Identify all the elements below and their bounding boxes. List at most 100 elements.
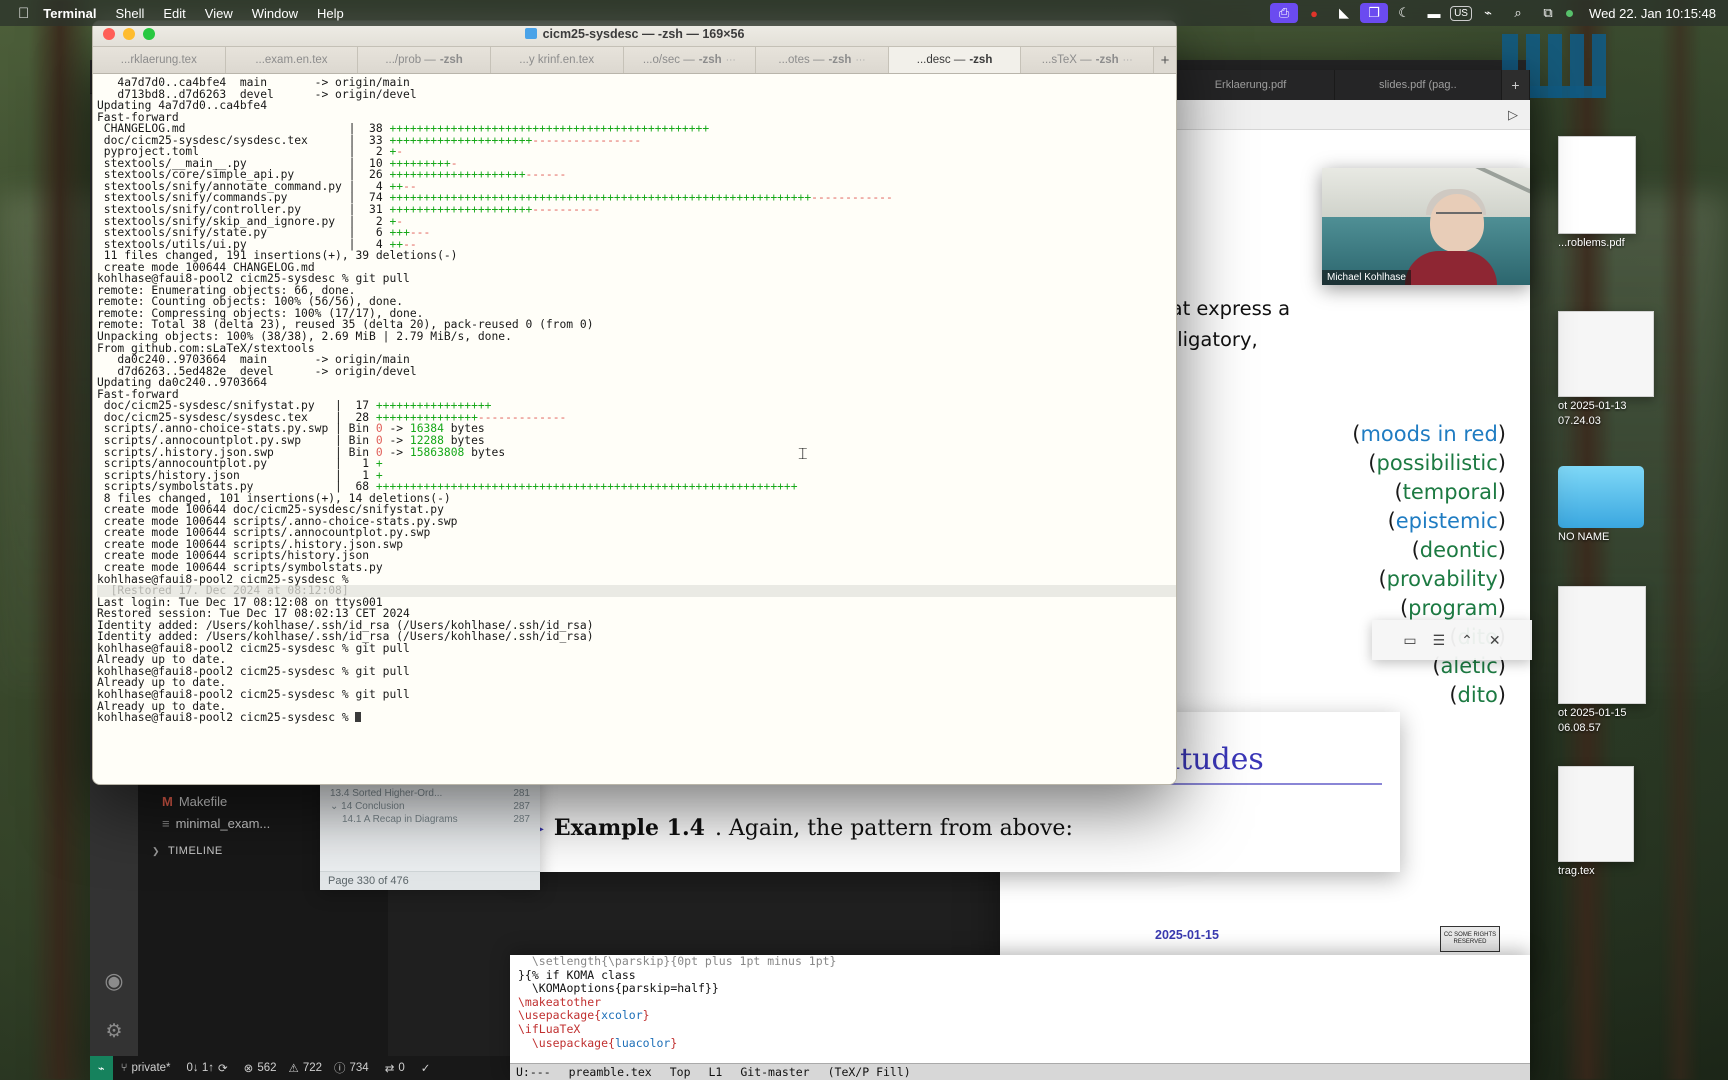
tab-label: ...otes — (778, 54, 824, 66)
macos-menu-bar[interactable]:  Terminal Shell Edit View Window Help ⎙… (0, 0, 1728, 26)
mood-item: (moods in red) (1352, 420, 1506, 449)
folder-icon (525, 28, 537, 39)
account-icon[interactable]: ◉ (97, 964, 131, 998)
terminal-tab[interactable]: ...y krinf.en.tex (491, 47, 624, 73)
new-tab-button[interactable]: + (1502, 70, 1530, 100)
tab-suffix: -zsh (440, 54, 463, 66)
control-center-icon[interactable]: ⧉ (1534, 3, 1562, 23)
status-check[interactable]: ✓ (413, 1061, 439, 1075)
status-ports[interactable]: ⇄ 0 (377, 1061, 413, 1075)
menu-item-edit[interactable]: Edit (163, 6, 185, 21)
tab-label: ...y krinf.en.tex (519, 54, 594, 66)
outline-row[interactable]: ⌄ 14 Conclusion 287 (324, 800, 536, 813)
terminal-line: da0c240..9703664 main -> origin/main (97, 354, 1176, 366)
ports-count: 0 (398, 1062, 404, 1074)
menu-bar-clock[interactable]: Wed 22. Jan 10:15:48 (1589, 6, 1728, 21)
menu-item-view[interactable]: View (205, 6, 233, 21)
outline-title: 13.4 Sorted Higher-Ord... (330, 788, 442, 799)
webcam-overlay[interactable]: Michael Kohlhase (1322, 168, 1530, 285)
desktop-item-label: NO NAME (1558, 531, 1644, 543)
terminal-line: scripts/.annocountplot.py.swp | Bin 0 ->… (97, 435, 1176, 447)
desktop-item-screenshot[interactable]: ot 2025-01-13 07.24.03 (1558, 311, 1654, 427)
menu-item-shell[interactable]: Shell (115, 6, 144, 21)
terminal-line: stextools/snify/controller.py | 31 +++++… (97, 204, 1176, 216)
modeline-filename: preamble.tex (569, 1065, 652, 1079)
mood-item: (deontic) (1352, 536, 1506, 565)
emacs-line: }{% if KOMA class (510, 969, 1530, 983)
menu-item-help[interactable]: Help (317, 6, 344, 21)
wallpaper-tree-trunk (30, 0, 90, 1080)
modified-badge-icon: M (162, 794, 173, 809)
status-sync[interactable]: 0↓ 1↑ ⟳ (179, 1061, 236, 1075)
terminal-output[interactable]: 4a7d7d0..ca4bfe4 main -> origin/main d71… (93, 74, 1176, 785)
bookmark-icon[interactable]: ▭ (1403, 632, 1416, 649)
terminal-tab-active[interactable]: ...desc — -zsh (889, 47, 1022, 73)
new-tab-button[interactable]: + (1154, 47, 1176, 73)
terminal-window[interactable]: cicm25-sysdesc — -zsh — 169×56 ...rklaer… (92, 20, 1177, 785)
play-icon[interactable]: ▷ (1508, 107, 1518, 123)
terminal-tab[interactable]: ...rklaerung.tex (93, 47, 226, 73)
status-branch[interactable]: ⑂ private* (113, 1062, 179, 1074)
window-title-text: cicm25-sysdesc — -zsh — 169×56 (543, 27, 745, 41)
screen-share-icon[interactable]: ⎙ (1270, 3, 1298, 23)
chevron-up-icon[interactable]: ⌃ (1461, 632, 1473, 649)
diff-insertions: +++++++++++++++++++++ (389, 134, 532, 147)
remote-indicator[interactable]: ⌁ (90, 1056, 113, 1080)
mood-item: (possibilistic) (1352, 449, 1506, 478)
window-title: cicm25-sysdesc — -zsh — 169×56 (93, 27, 1176, 41)
emacs-line: \ifLuaTeX (510, 1023, 1530, 1037)
terminal-prompt-line[interactable]: kohlhase@faui8-pool2 cicm25-sysdesc % (97, 712, 1176, 724)
terminal-tab[interactable]: ...exam.en.tex (226, 47, 359, 73)
tab-label: ...rklaerung.tex (121, 54, 197, 66)
record-dot-icon[interactable]: ● (1300, 3, 1328, 23)
terminal-cursor (355, 712, 361, 722)
settings-gear-icon[interactable]: ⚙ (97, 1014, 131, 1048)
terminal-line: Updating da0c240..9703664 (97, 377, 1176, 389)
pdf-tab[interactable]: Erklaerung.pdf (1167, 70, 1334, 100)
terminal-tab[interactable]: ...sTeX — -zsh ⋯ (1021, 47, 1154, 73)
outline-row[interactable]: 13.4 Sorted Higher-Ord... 281 (324, 787, 536, 800)
diff-deletions: ---------- (532, 203, 600, 216)
emacs-line: \makeatother (510, 996, 1530, 1010)
diff-insertions: +++++++++++++++++++++ (389, 203, 532, 216)
mission-control-icon[interactable]: ❐ (1360, 3, 1388, 23)
battery-icon[interactable]: ▬ (1420, 3, 1448, 23)
apple-logo-icon[interactable]:  (18, 6, 29, 21)
outline-page: 281 (513, 788, 530, 799)
desktop-item-pdf[interactable]: ...roblems.pdf (1558, 136, 1636, 249)
desktop-item-label: ot 2025-01-15 (1558, 707, 1646, 719)
close-icon[interactable]: ✕ (1489, 632, 1501, 649)
terminal-tab[interactable]: ...otes — -zsh ⋯ (756, 47, 889, 73)
terminal-tab[interactable]: ...o/sec — -zsh ⋯ (624, 47, 757, 73)
status-errors[interactable]: ⊗ 562 ⚠ 722 ⓘ 734 (236, 1060, 377, 1076)
menu-bar-tray[interactable]: ⎙ ● ◣ ❐ ☾ ▬ US ⌁ ⌕ ⧉ (1270, 3, 1589, 23)
search-icon[interactable]: ⌕ (1504, 3, 1532, 23)
dropbox-icon[interactable]: ◣ (1330, 3, 1358, 23)
list-icon[interactable]: ☰ (1433, 632, 1446, 649)
pdf-tab[interactable]: slides.pdf (pag.. (1335, 70, 1502, 100)
terminal-line: Restored session: Tue Dec 17 08:02:13 CE… (97, 608, 1176, 620)
keyboard-layout-indicator[interactable]: US (1450, 6, 1472, 21)
menu-item-window[interactable]: Window (252, 6, 298, 21)
chevron-down-icon: ⌄ (330, 801, 338, 812)
wifi-icon[interactable]: ⌁ (1474, 3, 1502, 23)
mood-item: (program) (1352, 594, 1506, 623)
folder-icon (1558, 466, 1644, 528)
terminal-tab[interactable]: .../prob — -zsh (358, 47, 491, 73)
remote-icon: ⌁ (98, 1062, 105, 1075)
moon-icon[interactable]: ☾ (1390, 3, 1418, 23)
modeline-branch: Git-master (740, 1065, 809, 1079)
check-icon: ✓ (421, 1061, 431, 1075)
desktop-icons-right[interactable]: ...roblems.pdf ot 2025-01-13 07.24.03 NO… (1530, 26, 1728, 1080)
outline-page: 287 (513, 814, 530, 825)
menu-item-terminal[interactable]: Terminal (43, 6, 96, 21)
emacs-window[interactable]: \setlength{\parskip}{0pt plus 1pt minus … (510, 955, 1530, 1080)
error-count: 562 (257, 1062, 276, 1074)
pdf-floating-toolbar[interactable]: ▭ ☰ ⌃ ✕ (1372, 620, 1532, 660)
outline-row[interactable]: 14.1 A Recap in Diagrams 287 (324, 813, 536, 826)
desktop-item-folder[interactable]: NO NAME (1558, 466, 1644, 543)
terminal-tab-bar[interactable]: ...rklaerung.tex ...exam.en.tex .../prob… (93, 47, 1176, 74)
terminal-line: kohlhase@faui8-pool2 cicm25-sysdesc % gi… (97, 666, 1176, 678)
desktop-item-screenshot[interactable]: ot 2025-01-15 06.08.57 (1558, 586, 1646, 734)
desktop-item-tex[interactable]: trag.tex (1558, 766, 1634, 877)
